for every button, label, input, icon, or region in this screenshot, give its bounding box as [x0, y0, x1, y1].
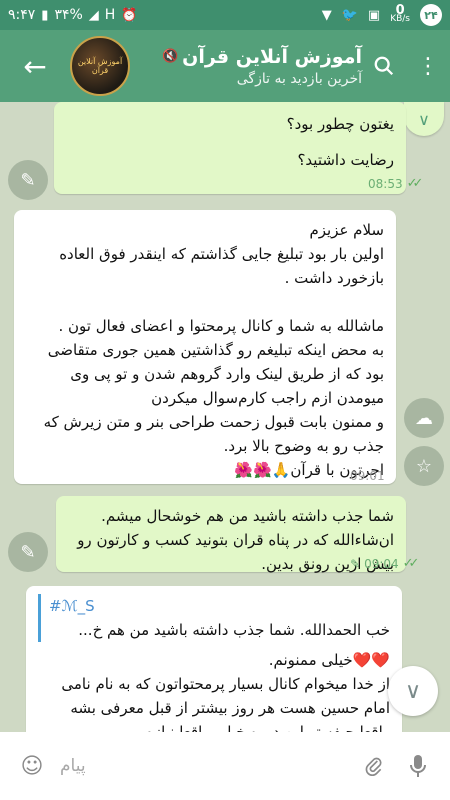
battery-icon: ▮ — [41, 7, 49, 23]
search-icon[interactable] — [362, 30, 406, 102]
chat-title-area[interactable]: آموزش آنلاین قرآن 🔇 آخرین بازدید به تازگ… — [130, 46, 362, 87]
network-speed: 0 KB/s — [390, 3, 410, 24]
cloud-icon[interactable]: ☁ — [404, 398, 444, 438]
scroll-down-icon[interactable]: ∨ — [388, 666, 438, 716]
attach-icon[interactable] — [352, 744, 396, 788]
message-line: سلام عزیزم — [309, 221, 384, 239]
chat-title: آموزش آنلاین قرآن — [182, 45, 362, 68]
chat-header: ← آموزش آنلاین قرآن آموزش آنلاین قرآن 🔇 … — [0, 30, 450, 102]
avatar-logo-text: آموزش آنلاین قرآن — [77, 57, 123, 75]
message-line: و ممنون بابت قبول زحمت طراحی بنر و متن ز… — [43, 413, 384, 455]
reply-text: خب الحمدالله. شما جذب داشته باشید من هم … — [78, 621, 390, 639]
alarm-icon: ⏰ — [121, 7, 138, 23]
message-bubble-incoming[interactable]: سلام عزیزم اولین بار بود تبلیغ جایی گذاش… — [14, 210, 396, 484]
channel-avatar[interactable]: آموزش آنلاین قرآن — [70, 36, 130, 96]
reply-quote[interactable]: #ℳ_S خب الحمدالله. شما جذب داشته باشید م… — [38, 594, 390, 642]
message-meta: ✎ 09:04 ✓✓ — [350, 552, 420, 576]
status-bar: ۹:۴۷ ▮ ۳۴% ◢ H ⏰ ▼ 🐦 ▣ 0 KB/s ۲۴ — [0, 0, 450, 30]
message-bubble-outgoing[interactable]: شما جذب داشته باشید من هم خوشحال میشم. ا… — [56, 496, 419, 573]
message-line — [26, 290, 384, 314]
message-line: اجرتون با قرآن🙏🌺🌺 — [234, 461, 384, 479]
microphone-icon[interactable] — [396, 744, 440, 788]
message-line: به محض اینکه تبلیغم رو گذاشتین همین جوری… — [47, 341, 384, 407]
message-line: ❤️❤️خیلی ممنونم. — [268, 651, 390, 669]
message-line: اولین بار بود تبلیغ جایی گذاشتم که اینقد… — [59, 245, 384, 287]
message-meta: 09:01 — [350, 464, 385, 488]
message-line: یغتون چطور بود؟ — [286, 115, 394, 133]
network-type: H — [104, 7, 116, 23]
star-icon[interactable]: ☆ — [404, 446, 444, 486]
read-checks-icon: ✓✓ — [402, 556, 420, 571]
notification-count: ۲۴ — [420, 4, 442, 26]
message-line: رضایت داشتید؟ — [297, 151, 394, 169]
message-time: 09:04 — [364, 557, 399, 571]
mute-icon: 🔇 — [161, 49, 179, 64]
signal-icon: ◢ — [88, 7, 99, 23]
message-bubble-outgoing[interactable]: یغتون چطور بود؟ رضایت داشتید؟ 08:53 ✓✓ — [54, 102, 423, 194]
battery-level: ۳۴% — [54, 7, 83, 23]
message-line: شما جذب داشته باشید من هم خوشحال میشم. ا… — [77, 507, 394, 573]
message-input-bar: ☺ — [0, 732, 450, 800]
message-meta: 08:53 ✓✓ — [368, 172, 424, 196]
message-time: 08:53 — [368, 177, 403, 191]
emoji-icon[interactable]: ☺ — [10, 744, 54, 788]
last-seen-status: آخرین بازدید به تازگی — [236, 70, 362, 87]
message-line: ماشالله به شما و کانال پرمحتوا و اعضای ف… — [58, 317, 384, 335]
share-pencil-icon[interactable]: ✎ — [8, 160, 48, 200]
message-time: 09:01 — [350, 469, 385, 483]
read-checks-icon: ✓✓ — [406, 176, 424, 191]
reply-author: #ℳ_S — [49, 597, 95, 615]
message-input[interactable] — [54, 756, 352, 776]
wifi-icon: ▼ — [321, 7, 332, 23]
message-line: از خدا میخوام کانال بسیار پرمحتواتون که … — [61, 675, 390, 732]
share-pencil-icon[interactable]: ✎ — [8, 532, 48, 572]
more-options-icon[interactable]: ⋮ — [406, 30, 450, 102]
status-time: ۹:۴۷ — [8, 7, 36, 23]
message-list[interactable]: ∨ یغتون چطور بود؟ رضایت داشتید؟ 08:53 ✓✓… — [0, 102, 450, 732]
back-arrow-icon[interactable]: ← — [0, 30, 70, 102]
image-notification-icon: ▣ — [367, 7, 381, 23]
chevron-down-icon[interactable]: ∨ — [404, 102, 444, 136]
edit-pencil-icon: ✎ — [350, 557, 361, 571]
message-bubble-incoming[interactable]: #ℳ_S خب الحمدالله. شما جذب داشته باشید م… — [26, 586, 402, 732]
twitter-icon: 🐦 — [341, 7, 358, 23]
